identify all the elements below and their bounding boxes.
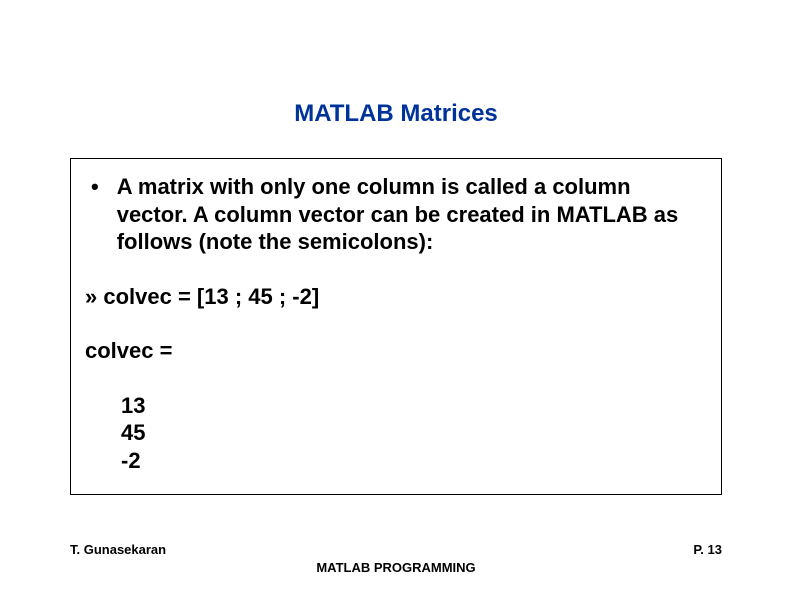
output-label: colvec = — [85, 338, 707, 364]
output-value: 13 — [121, 392, 707, 420]
output-value: 45 — [121, 419, 707, 447]
footer: T. Gunasekaran MATLAB PROGRAMMING P. 13 — [0, 542, 792, 582]
code-input-line: » colvec = [13 ; 45 ; -2] — [85, 284, 707, 310]
slide-title: MATLAB Matrices — [0, 0, 792, 158]
output-values: 13 45 -2 — [85, 392, 707, 475]
footer-title: MATLAB PROGRAMMING — [0, 560, 792, 575]
output-value: -2 — [121, 447, 707, 475]
content-box: • A matrix with only one column is calle… — [70, 158, 722, 495]
bullet-text: A matrix with only one column is called … — [117, 173, 707, 256]
bullet-dot: • — [85, 173, 117, 256]
slide: MATLAB Matrices • A matrix with only one… — [0, 0, 792, 612]
bullet-item: • A matrix with only one column is calle… — [85, 173, 707, 256]
footer-page-number: P. 13 — [693, 542, 722, 557]
footer-author: T. Gunasekaran — [70, 542, 166, 557]
